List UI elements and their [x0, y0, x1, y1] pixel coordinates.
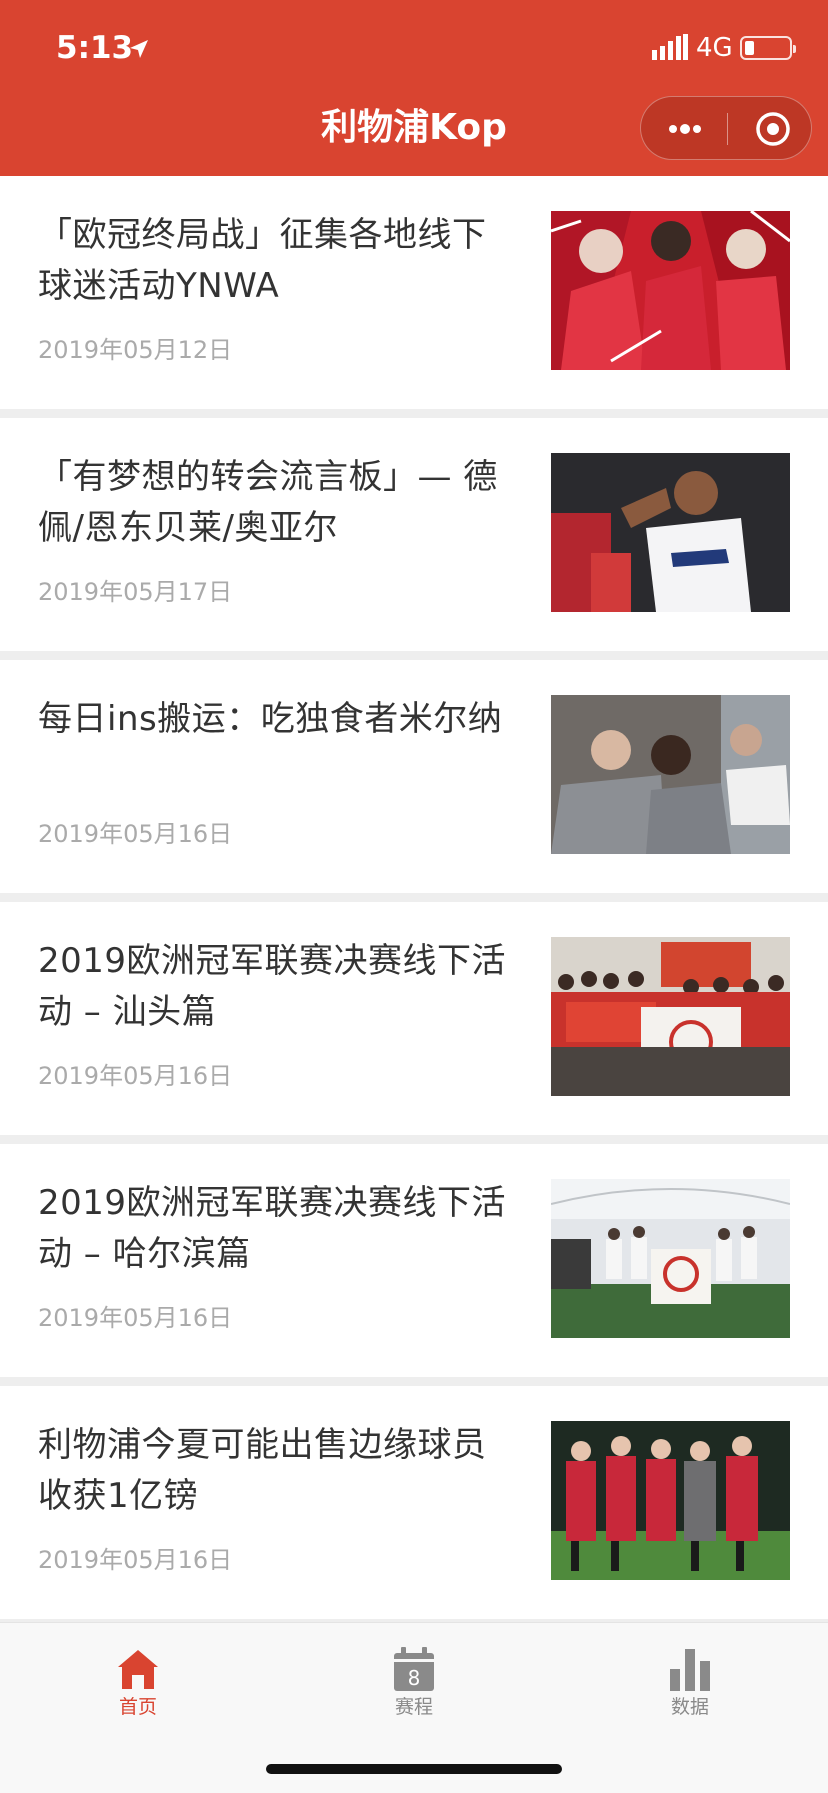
article-item[interactable]: 「欧冠终局战」征集各地线下球迷活动YNWA 2019年05月12日 [0, 176, 828, 418]
battery-icon [740, 36, 796, 60]
article-title: 利物浦今夏可能出售边缘球员收获1亿镑 [38, 1425, 487, 1516]
article-item[interactable]: 利物浦今夏可能出售边缘球员收获1亿镑 2019年05月16日 [0, 1386, 828, 1628]
more-options-icon[interactable] [665, 115, 705, 143]
signal-icon [652, 34, 688, 60]
tab-data[interactable]: 数据 [552, 1631, 828, 1741]
article-title: 「有梦想的转会流言板」— 德佩/恩东贝莱/奥亚尔 [38, 457, 498, 548]
status-time: 5:13 [56, 30, 134, 66]
location-arrow-icon [130, 40, 148, 58]
article-thumbnail [551, 937, 790, 1096]
capsule-divider [727, 113, 728, 145]
navigation-header: 5:13 4G 利物浦Kop [0, 0, 828, 176]
article-item[interactable]: 2019欧洲冠军联赛决赛线下活动 – 哈尔滨篇 2019年05月16日 [0, 1144, 828, 1386]
article-title: 「欧冠终局战」征集各地线下球迷活动YNWA [38, 215, 487, 306]
tab-home-label: 首页 [118, 1696, 157, 1718]
network-type: 4G [696, 33, 733, 63]
article-thumbnail [551, 1421, 790, 1580]
article-date: 2019年05月17日 [38, 578, 233, 606]
article-item[interactable]: 2019欧洲冠军联赛决赛线下活动 – 汕头篇 2019年05月16日 [0, 902, 828, 1144]
article-date: 2019年05月12日 [38, 336, 233, 364]
calendar-icon: 8 [394, 1647, 434, 1691]
miniprogram-capsule [640, 96, 812, 160]
tab-data-label: 数据 [670, 1696, 709, 1718]
article-title: 2019欧洲冠军联赛决赛线下活动 – 哈尔滨篇 [38, 1183, 507, 1274]
article-item[interactable]: 「有梦想的转会流言板」— 德佩/恩东贝莱/奥亚尔 2019年05月17日 [0, 418, 828, 660]
tab-schedule[interactable]: 8 赛程 [276, 1631, 552, 1741]
tab-home[interactable]: 首页 [0, 1631, 276, 1741]
article-title: 每日ins搬运：吃独食者米尔纳 [38, 699, 503, 739]
tab-schedule-label: 赛程 [394, 1696, 433, 1718]
article-thumbnail [551, 211, 790, 370]
battery-level [745, 41, 754, 55]
article-thumbnail [551, 1179, 790, 1338]
article-thumbnail [551, 453, 790, 612]
article-thumbnail [551, 695, 790, 854]
close-miniprogram-icon[interactable] [751, 107, 795, 151]
article-list: 「欧冠终局战」征集各地线下球迷活动YNWA 2019年05月12日 「有梦想的转… [0, 176, 828, 1628]
article-date: 2019年05月16日 [38, 1304, 233, 1332]
article-title: 2019欧洲冠军联赛决赛线下活动 – 汕头篇 [38, 941, 507, 1032]
article-date: 2019年05月16日 [38, 820, 233, 848]
article-date: 2019年05月16日 [38, 1062, 233, 1090]
article-item[interactable]: 每日ins搬运：吃独食者米尔纳 2019年05月16日 [0, 660, 828, 902]
home-indicator [266, 1764, 562, 1774]
home-icon [118, 1650, 158, 1689]
calendar-badge: 8 [408, 1666, 421, 1690]
article-date: 2019年05月16日 [38, 1546, 233, 1574]
bar-chart-icon [670, 1649, 710, 1691]
